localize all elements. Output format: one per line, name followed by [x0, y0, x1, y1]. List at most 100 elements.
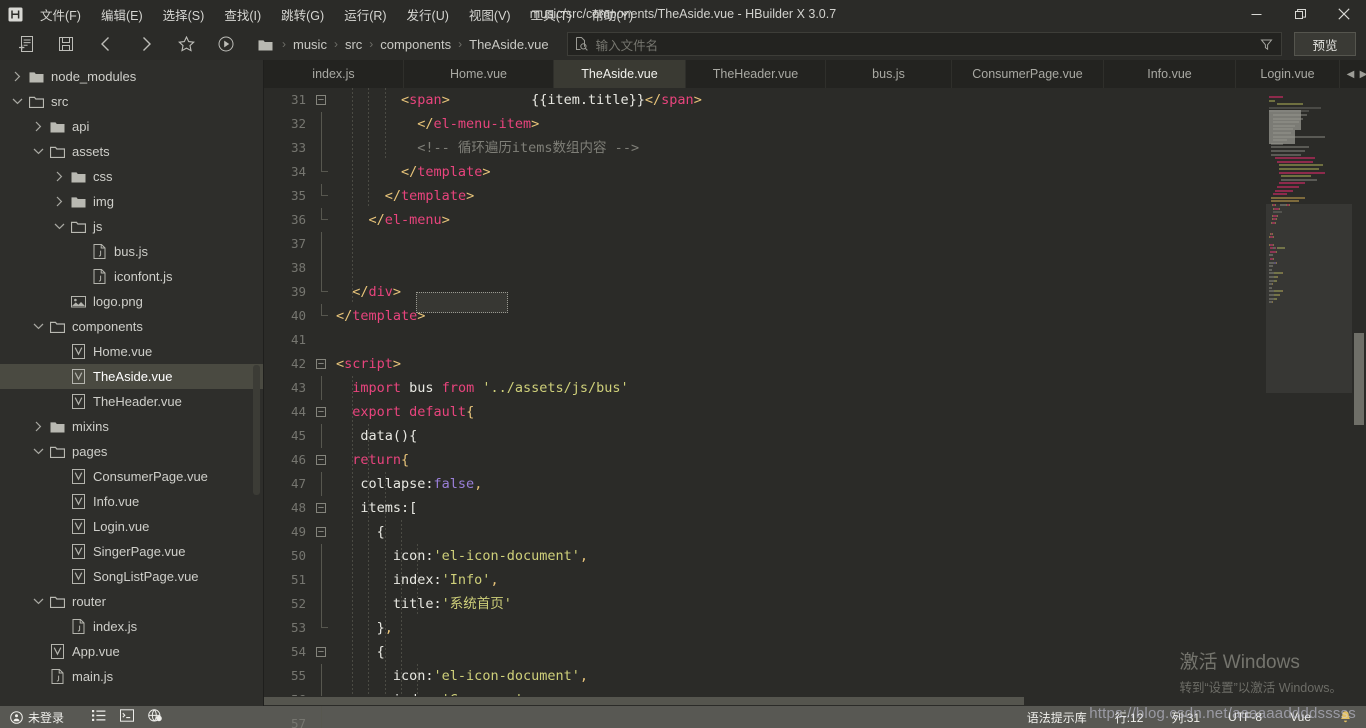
breadcrumb-item[interactable]: music: [293, 37, 327, 52]
minimap[interactable]: [1266, 88, 1352, 696]
chevron-left-icon[interactable]: ◀: [1344, 69, 1357, 80]
tree-item-theheader-vue[interactable]: TheHeader.vue: [0, 389, 263, 414]
tree-item-router-index-js[interactable]: index.js: [0, 614, 263, 639]
tab-index-js[interactable]: index.js: [264, 60, 404, 88]
chevron-right-icon[interactable]: [8, 71, 26, 82]
fold-toggle-icon[interactable]: –: [316, 455, 326, 465]
navigate-forward-button[interactable]: [126, 29, 166, 59]
fold-toggle-icon[interactable]: –: [316, 647, 326, 657]
chevron-right-icon[interactable]: [29, 421, 47, 432]
tab-login-vue[interactable]: Login.vue: [1236, 60, 1340, 88]
navigate-back-button[interactable]: [86, 29, 126, 59]
menu-tools[interactable]: 工具(T): [521, 0, 582, 28]
minimap-viewport[interactable]: [1266, 204, 1352, 393]
tree-item-consumerpage-vue[interactable]: ConsumerPage.vue: [0, 464, 263, 489]
chevron-right-icon[interactable]: [29, 121, 47, 132]
tree-item-mixins[interactable]: mixins: [0, 414, 263, 439]
tree-item-bus-js[interactable]: bus.js: [0, 239, 263, 264]
tab-info-vue[interactable]: Info.vue: [1104, 60, 1236, 88]
chevron-down-icon[interactable]: [29, 147, 47, 156]
outline-list-icon[interactable]: [92, 709, 106, 725]
chevron-down-icon[interactable]: [29, 322, 47, 331]
tree-item-login-vue[interactable]: Login.vue: [0, 514, 263, 539]
tree-item-components[interactable]: components: [0, 314, 263, 339]
close-icon[interactable]: [1322, 0, 1366, 28]
tree-item-pages[interactable]: pages: [0, 439, 263, 464]
status-line[interactable]: 行:12: [1101, 709, 1158, 726]
browser-icon[interactable]: [148, 709, 162, 725]
tree-item-router[interactable]: router: [0, 589, 263, 614]
new-file-button[interactable]: [6, 29, 46, 59]
tree-item-singerpage-vue[interactable]: SingerPage.vue: [0, 539, 263, 564]
tree-item-css[interactable]: css: [0, 164, 263, 189]
tab-consumerpage-vue[interactable]: ConsumerPage.vue: [952, 60, 1104, 88]
restore-icon[interactable]: [1278, 0, 1322, 28]
status-language[interactable]: Vue: [1276, 710, 1325, 724]
tree-item-theaside-vue[interactable]: TheAside.vue: [0, 364, 263, 389]
status-encoding[interactable]: UTF-8: [1214, 710, 1276, 724]
chevron-right-icon[interactable]: [50, 171, 68, 182]
tree-item-src[interactable]: src: [0, 89, 263, 114]
vertical-scroll-thumb[interactable]: [1354, 333, 1364, 425]
chevron-down-icon[interactable]: [29, 597, 47, 606]
code-content[interactable]: <span> {{item.title}}</span> </el-menu-i…: [334, 88, 1266, 696]
status-syntax-library[interactable]: 语法提示库: [1013, 709, 1101, 726]
chevron-right-icon[interactable]: [50, 196, 68, 207]
menu-view[interactable]: 视图(V): [459, 0, 521, 28]
breadcrumb-item[interactable]: components: [380, 37, 451, 52]
run-button[interactable]: [206, 29, 246, 59]
terminal-icon[interactable]: [120, 709, 135, 725]
tree-item-assets[interactable]: assets: [0, 139, 263, 164]
status-column[interactable]: 列:31: [1157, 709, 1214, 726]
breadcrumb[interactable]: › music › src › components › TheAside.vue: [252, 29, 555, 59]
tree-item-img[interactable]: img: [0, 189, 263, 214]
menu-select[interactable]: 选择(S): [153, 0, 215, 28]
login-status[interactable]: 未登录: [10, 709, 64, 726]
tree-item-songlistpage-vue[interactable]: SongListPage.vue: [0, 564, 263, 589]
tree-item-main-js[interactable]: main.js: [0, 664, 263, 689]
bell-icon[interactable]: [1325, 710, 1358, 724]
tree-item-iconfont-js[interactable]: iconfont.js: [0, 264, 263, 289]
tab-home-vue[interactable]: Home.vue: [404, 60, 554, 88]
fold-toggle-icon[interactable]: –: [316, 359, 326, 369]
menu-goto[interactable]: 跳转(G): [271, 0, 334, 28]
breadcrumb-item[interactable]: TheAside.vue: [469, 37, 549, 52]
chevron-down-icon[interactable]: [50, 222, 68, 231]
save-button[interactable]: [46, 29, 86, 59]
tree-item-app-vue[interactable]: App.vue: [0, 639, 263, 664]
sidebar-scrollbar[interactable]: [253, 365, 260, 495]
vertical-scrollbar[interactable]: [1352, 88, 1366, 696]
tree-item-api[interactable]: api: [0, 114, 263, 139]
minimize-icon[interactable]: [1234, 0, 1278, 28]
chevron-right-icon[interactable]: ▶: [1357, 69, 1366, 80]
horizontal-scroll-thumb[interactable]: [264, 697, 1024, 705]
menu-edit[interactable]: 编辑(E): [91, 0, 153, 28]
horizontal-scrollbar[interactable]: [264, 696, 1366, 706]
breadcrumb-item[interactable]: src: [345, 37, 362, 52]
menu-help[interactable]: 帮助(Y): [582, 0, 644, 28]
chevron-down-icon[interactable]: [8, 97, 26, 106]
tree-item-home-vue[interactable]: Home.vue: [0, 339, 263, 364]
filter-icon[interactable]: [1260, 38, 1273, 51]
preview-button[interactable]: 预览: [1294, 32, 1356, 56]
menu-find[interactable]: 查找(I): [214, 0, 271, 28]
bookmark-button[interactable]: [166, 29, 206, 59]
tab-theheader-vue[interactable]: TheHeader.vue: [686, 60, 826, 88]
tree-item-node-modules[interactable]: node_modules: [0, 64, 263, 89]
menu-file[interactable]: 文件(F): [30, 0, 91, 28]
menu-run[interactable]: 运行(R): [334, 0, 396, 28]
fold-toggle-icon[interactable]: –: [316, 503, 326, 513]
tab-theaside-vue[interactable]: TheAside.vue: [554, 60, 686, 88]
fold-toggle-icon[interactable]: –: [316, 407, 326, 417]
fold-toggle-icon[interactable]: –: [316, 95, 326, 105]
tree-item-info-vue[interactable]: Info.vue: [0, 489, 263, 514]
chevron-down-icon[interactable]: [29, 447, 47, 456]
fold-toggle-icon[interactable]: –: [316, 527, 326, 537]
code-editor[interactable]: 31 32 33 34 35 36 37 38 39 40 41 42 43 44 45 46 47 48 49 50…: [264, 88, 1366, 728]
tree-item-js[interactable]: js: [0, 214, 263, 239]
menu-publish[interactable]: 发行(U): [397, 0, 459, 28]
search-input[interactable]: 输入文件名: [566, 32, 1282, 56]
fold-gutter[interactable]: – – – – – – –: [312, 88, 334, 728]
tab-bus-js[interactable]: bus.js: [826, 60, 952, 88]
tree-item-logo-png[interactable]: logo.png: [0, 289, 263, 314]
